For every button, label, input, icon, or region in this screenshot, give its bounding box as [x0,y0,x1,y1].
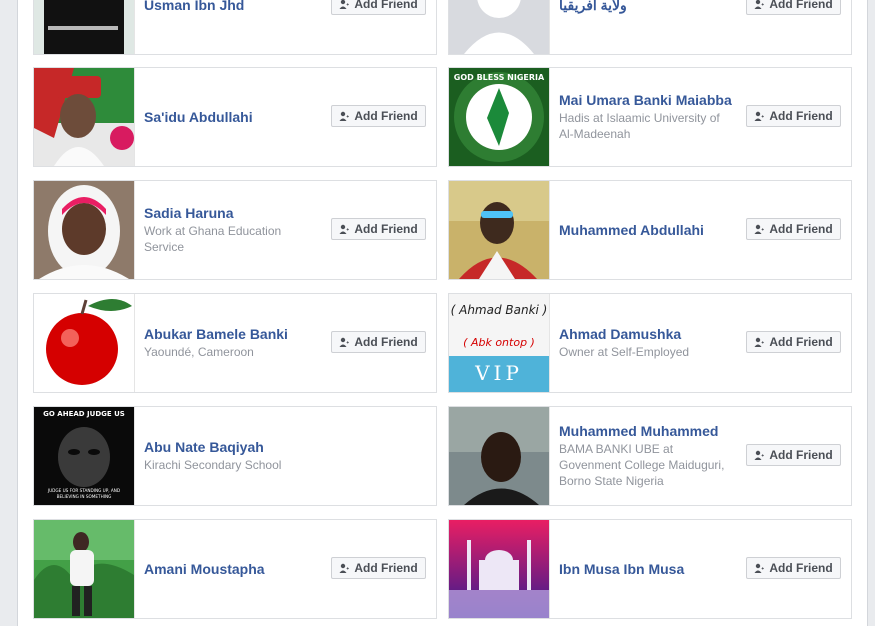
suggestion-card: Muhammed Muhammed BAMA BANKI UBE at Gove… [448,406,852,506]
profile-photo[interactable] [449,181,550,279]
add-friend-icon [754,224,765,235]
add-friend-icon [339,337,350,348]
suggestion-card: Muhammed Abdullahi Add Friend [448,180,852,280]
profile-photo[interactable] [449,407,550,505]
profile-photo[interactable]: GO AHEAD JUDGE US JUDGE US FOR STANDING U… [34,407,135,505]
add-friend-button[interactable]: Add Friend [331,0,426,15]
suggestion-detail: Hadis at Islaamic University of Al-Madee… [559,111,720,141]
suggestion-name[interactable]: Ahmad Damushka [559,326,731,343]
add-friend-label: Add Friend [769,561,833,575]
suggestion-card: Sadia Haruna Work at Ghana Education Ser… [33,180,437,280]
add-friend-label: Add Friend [769,335,833,349]
add-friend-button[interactable]: Add Friend [331,105,426,127]
add-friend-button[interactable]: Add Friend [746,444,841,466]
suggestion-card: GOD BLESS NIGERIA Mai Umara Banki Maiabb… [448,67,852,167]
suggestion-detail: BAMA BANKI UBE at Govenment College Maid… [559,442,725,488]
add-friend-button[interactable]: Add Friend [746,218,841,240]
add-friend-icon [754,111,765,122]
add-friend-button[interactable]: Add Friend [331,331,426,353]
suggestion-card: Usman Ibn Jhd Add Friend [33,0,437,55]
profile-photo-placeholder[interactable] [449,0,550,54]
suggestion-detail: Work at Ghana Education Service [144,224,282,254]
add-friend-button[interactable]: Add Friend [331,218,426,240]
add-friend-icon [754,337,765,348]
add-friend-button[interactable]: Add Friend [746,105,841,127]
suggestion-name[interactable]: Amani Moustapha [144,561,316,578]
photo-caption-vip: VIP [474,361,523,385]
add-friend-button[interactable]: Add Friend [746,557,841,579]
add-friend-label: Add Friend [354,335,418,349]
suggestion-name[interactable]: Sadia Haruna [144,205,316,222]
photo-caption-mid: ( Abk ontop ) [463,336,535,349]
add-friend-label: Add Friend [769,448,833,462]
add-friend-label: Add Friend [769,109,833,123]
suggestion-name[interactable]: Muhammed Muhammed [559,423,731,440]
suggestion-name[interactable]: Usman Ibn Jhd [144,0,316,14]
profile-photo[interactable] [34,0,135,54]
suggestion-detail: Kirachi Secondary School [144,458,282,472]
suggestion-card: Abukar Bamele Banki Yaoundé, Cameroon Ad… [33,293,437,393]
photo-caption-top: GO AHEAD JUDGE US [43,410,125,418]
add-friend-icon [754,563,765,574]
add-friend-icon [754,450,765,461]
photo-ring-text: GOD BLESS NIGERIA [454,73,545,82]
profile-photo[interactable] [449,520,550,618]
profile-photo[interactable] [34,181,135,279]
add-friend-button[interactable]: Add Friend [331,557,426,579]
add-friend-icon [339,563,350,574]
photo-caption-bottom-2: BELIEVING IN SOMETHING [57,494,112,499]
add-friend-icon [754,0,765,10]
add-friend-icon [339,111,350,122]
add-friend-button[interactable]: Add Friend [746,0,841,15]
suggestion-card: Amani Moustapha Add Friend [33,519,437,619]
suggestion-card: ولاية أفريقيا Add Friend [448,0,852,55]
suggestion-card: Ibn Musa Ibn Musa Add Friend [448,519,852,619]
profile-photo[interactable] [34,68,135,166]
suggestion-name[interactable]: Abu Nate Baqiyah [144,439,316,456]
suggestion-name[interactable]: Sa'idu Abdullahi [144,109,316,126]
suggestion-name[interactable]: Abukar Bamele Banki [144,326,316,343]
add-friend-label: Add Friend [769,0,833,11]
suggestion-name[interactable]: Ibn Musa Ibn Musa [559,561,731,578]
add-friend-label: Add Friend [354,561,418,575]
add-friend-icon [339,224,350,235]
suggestion-card: Sa'idu Abdullahi Add Friend [33,67,437,167]
suggestion-name[interactable]: Mai Umara Banki Maiabba [559,92,732,109]
suggestion-detail: Yaoundé, Cameroon [144,345,254,359]
suggestion-name[interactable]: Muhammed Abdullahi [559,222,731,239]
add-friend-label: Add Friend [354,109,418,123]
suggestion-detail: Owner at Self-Employed [559,345,690,359]
photo-caption-bottom-1: JUDGE US FOR STANDING UP, AND [47,488,120,493]
profile-photo[interactable]: ( Ahmad Banki ) ( Abk ontop ) VIP [449,294,550,392]
add-friend-label: Add Friend [769,222,833,236]
add-friend-label: Add Friend [354,0,418,11]
add-friend-button[interactable]: Add Friend [746,331,841,353]
add-friend-icon [339,0,350,10]
profile-photo[interactable] [34,520,135,618]
add-friend-label: Add Friend [354,222,418,236]
suggestion-card: ( Ahmad Banki ) ( Abk ontop ) VIP Ahmad Da… [448,293,852,393]
profile-photo[interactable] [34,294,135,392]
suggestion-card: GO AHEAD JUDGE US JUDGE US FOR STANDING U… [33,406,437,506]
suggestion-name[interactable]: ولاية أفريقيا [559,0,731,14]
photo-caption-top: ( Ahmad Banki ) [451,303,548,317]
people-you-may-know-panel: Usman Ibn Jhd Add Friend ولاية أفريقيا A… [17,0,868,626]
profile-photo[interactable]: GOD BLESS NIGERIA [449,68,550,166]
